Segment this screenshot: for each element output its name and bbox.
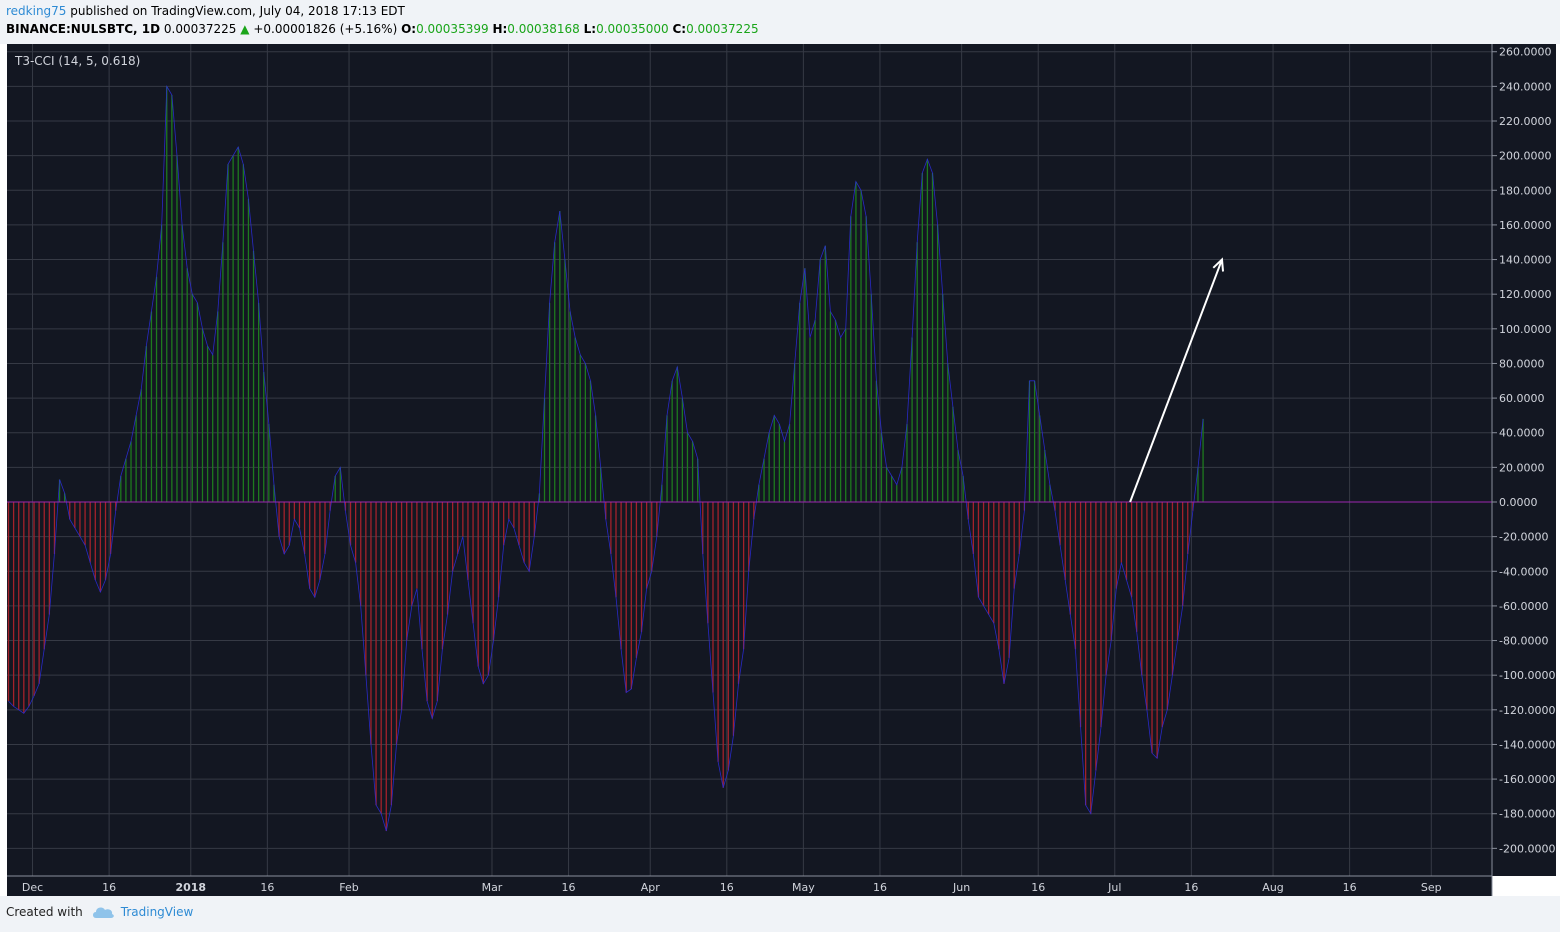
low-value: 0.00035000	[596, 22, 669, 36]
low-label: L:	[583, 22, 597, 36]
x-tick-label: 16	[720, 881, 734, 894]
x-tick-label: 16	[1343, 881, 1357, 894]
y-tick-label: 260.0000	[1499, 46, 1552, 59]
close-value: 0.00037225	[686, 22, 759, 36]
x-tick-label: 16	[1184, 881, 1198, 894]
y-tick-label: -80.0000	[1499, 635, 1548, 648]
y-tick-label: -100.0000	[1499, 669, 1555, 682]
y-tick-label: -60.0000	[1499, 600, 1548, 613]
y-tick-label: 200.0000	[1499, 150, 1552, 163]
y-tick-label: 140.0000	[1499, 254, 1552, 267]
y-tick-label: -200.0000	[1499, 842, 1555, 855]
last-price: 0.00037225	[163, 22, 237, 36]
chart-header: redking75 published on TradingView.com, …	[6, 2, 759, 38]
cci-chart[interactable]: 260.0000 240.0000 220.0000 200.0000 180.0000…	[0, 44, 1560, 896]
indicator-label: T3-CCI (14, 5, 0.618)	[14, 54, 140, 68]
y-tick-label: 40.0000	[1499, 427, 1545, 440]
y-tick-label: -40.0000	[1499, 565, 1548, 578]
x-tick-label: Mar	[482, 881, 503, 894]
high-label: H:	[492, 22, 508, 36]
y-tick-label: -140.0000	[1499, 738, 1555, 751]
y-tick-label: -180.0000	[1499, 808, 1555, 821]
x-tick-label: Feb	[339, 881, 358, 894]
x-tick-label: 16	[102, 881, 116, 894]
x-tick-label: Sep	[1421, 881, 1442, 894]
x-tick-label: Jul	[1107, 881, 1121, 894]
tradingview-link[interactable]: TradingView	[121, 905, 194, 919]
open-value: 0.00035399	[416, 22, 489, 36]
x-tick-label: Jun	[952, 881, 970, 894]
y-tick-label: -20.0000	[1499, 531, 1548, 544]
x-tick-label: Aug	[1262, 881, 1283, 894]
x-tick-label: 2018	[175, 881, 206, 894]
y-tick-label: 160.0000	[1499, 219, 1552, 232]
x-tick-label: May	[792, 881, 815, 894]
publish-info: published on TradingView.com, July 04, 2…	[66, 4, 405, 18]
created-with-label: Created with	[6, 905, 83, 919]
high-value: 0.00038168	[507, 22, 580, 36]
x-tick-label: Apr	[641, 881, 661, 894]
x-tick-label: Dec	[22, 881, 43, 894]
symbol-name[interactable]: BINANCE:NULSBTC, 1D	[6, 22, 160, 36]
x-tick-label: 16	[260, 881, 274, 894]
y-tick-label: 120.0000	[1499, 288, 1552, 301]
y-tick-label: -160.0000	[1499, 773, 1555, 786]
x-tick-label: 16	[873, 881, 887, 894]
x-tick-label: 16	[1031, 881, 1045, 894]
y-tick-label: 60.0000	[1499, 392, 1545, 405]
close-label: C:	[672, 22, 687, 36]
symbol-line: BINANCE:NULSBTC, 1D 0.00037225 ▲ +0.0000…	[6, 20, 759, 38]
x-tick-label: 16	[562, 881, 576, 894]
y-tick-label: 100.0000	[1499, 323, 1552, 336]
y-tick-label: 180.0000	[1499, 184, 1552, 197]
y-tick-label: 220.0000	[1499, 115, 1552, 128]
y-tick-label: 80.0000	[1499, 357, 1545, 370]
y-tick-label: 240.0000	[1499, 80, 1552, 93]
y-tick-label: 20.0000	[1499, 461, 1545, 474]
tradingview-cloud-icon	[92, 907, 114, 918]
up-triangle-icon: ▲	[240, 22, 250, 36]
y-tick-label: -120.0000	[1499, 704, 1555, 717]
author-link[interactable]: redking75	[6, 4, 66, 18]
plot-area[interactable]	[7, 44, 1492, 876]
y-tick-label: 0.0000	[1499, 496, 1538, 509]
footer: Created with TradingView	[6, 905, 193, 919]
open-label: O:	[401, 22, 417, 36]
publish-line: redking75 published on TradingView.com, …	[6, 2, 759, 20]
price-change: +0.00001826 (+5.16%)	[253, 22, 398, 36]
